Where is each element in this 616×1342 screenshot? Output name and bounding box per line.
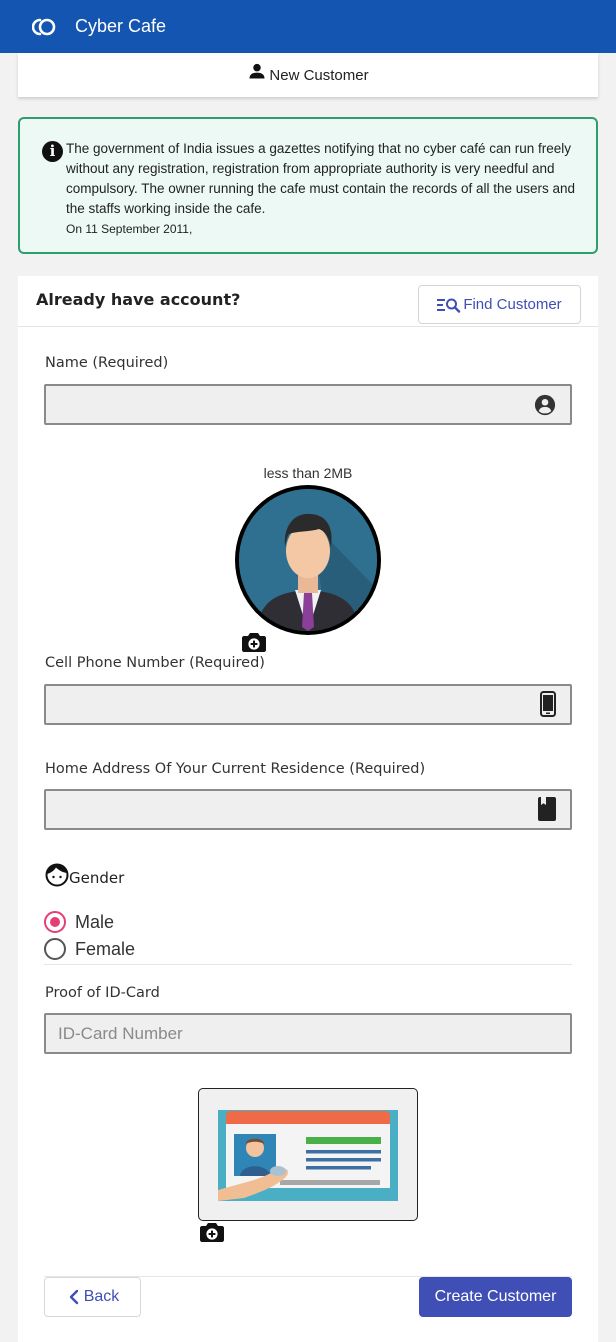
app-title: Cyber Cafe — [75, 16, 167, 36]
gender-option-female[interactable]: Female — [44, 938, 135, 960]
name-label: Name (Required) — [45, 355, 169, 371]
notice-date: On 11 September 2011, — [66, 222, 193, 236]
divider — [44, 964, 572, 965]
smartphone-icon — [540, 691, 556, 717]
find-customer-label: Find Customer — [463, 296, 562, 313]
customer-form: Name (Required) less than 2MB Cell Phone… — [18, 326, 598, 1342]
find-customer-button[interactable]: Find Customer — [418, 285, 581, 324]
name-input[interactable] — [46, 386, 570, 423]
male-label: Male — [75, 911, 115, 932]
info-icon: i — [42, 141, 63, 162]
face-icon — [45, 863, 69, 887]
phone-label: Cell Phone Number (Required) — [45, 655, 265, 671]
account-bar: Already have account? Find Customer — [18, 276, 598, 326]
create-customer-label: Create Customer — [434, 1288, 557, 1305]
address-field[interactable] — [44, 789, 572, 830]
female-radio[interactable] — [44, 938, 66, 960]
list-search-icon — [437, 298, 461, 313]
camera-plus-icon[interactable] — [242, 632, 266, 652]
gender-option-male[interactable]: Male — [44, 911, 114, 933]
gender-label: Gender — [69, 869, 125, 887]
id-card-input[interactable] — [46, 1015, 570, 1052]
photo-size-note: less than 2MB — [263, 465, 353, 481]
gender-label-group: Gender — [45, 863, 124, 887]
page-header: New Customer — [18, 53, 598, 97]
address-input[interactable] — [46, 791, 570, 828]
phone-field[interactable] — [44, 684, 572, 725]
back-label: Back — [83, 1288, 120, 1305]
person-icon — [249, 63, 265, 79]
address-label: Home Address Of Your Current Residence (… — [45, 761, 426, 777]
phone-input[interactable] — [46, 686, 570, 723]
customer-photo[interactable] — [235, 485, 381, 635]
notice-text: The government of India issues a gazette… — [66, 141, 576, 216]
name-field[interactable] — [44, 384, 572, 425]
back-button[interactable]: Back — [44, 1277, 141, 1317]
book-icon — [538, 797, 556, 821]
id-camera-plus-icon[interactable] — [200, 1222, 224, 1242]
page-title: New Customer — [269, 66, 369, 84]
registration-notice: i The government of India issues a gazet… — [18, 117, 598, 254]
id-proof-label: Proof of ID-Card — [45, 985, 160, 1001]
already-have-account-label: Already have account? — [36, 290, 241, 309]
male-radio[interactable] — [44, 911, 66, 933]
chevron-left-icon — [69, 1289, 78, 1305]
app-bar: Cyber Cafe — [0, 0, 616, 53]
female-label: Female — [75, 938, 136, 959]
create-customer-button[interactable]: Create Customer — [419, 1277, 572, 1317]
id-card-field[interactable] — [44, 1013, 572, 1054]
id-card-photo[interactable] — [198, 1088, 418, 1221]
account-circle-icon — [534, 394, 556, 416]
cyber-cafe-logo-icon — [31, 17, 58, 37]
